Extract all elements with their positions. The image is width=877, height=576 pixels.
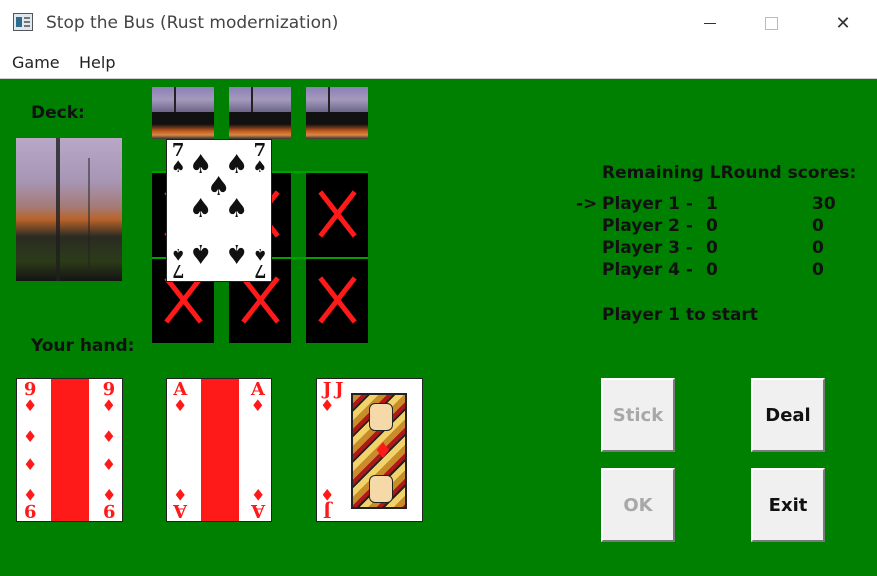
- hand-label: Your hand:: [31, 336, 135, 356]
- maximize-button[interactable]: [748, 0, 794, 47]
- menu-help[interactable]: Help: [79, 53, 115, 72]
- hand-card-3[interactable]: J ♦ J ♦ J ♦: [316, 378, 423, 522]
- spade-pip: ♠: [225, 194, 249, 224]
- score-row-name: Player 3 -: [602, 238, 693, 258]
- score-row-total: 0: [812, 216, 824, 236]
- spade-pip: ♠: [189, 238, 213, 268]
- deck-label: Deck:: [31, 103, 85, 123]
- score-row-round: 0: [706, 260, 718, 280]
- ok-button[interactable]: OK: [601, 468, 675, 542]
- minimize-icon: [704, 23, 716, 24]
- score-row-round: 0: [706, 216, 718, 236]
- deck-pile[interactable]: [16, 138, 122, 281]
- score-row-total: 30: [812, 194, 836, 214]
- close-icon: ✕: [835, 13, 851, 34]
- scores-header: Remaining LRound scores:: [602, 163, 857, 183]
- score-row-total: 0: [812, 260, 824, 280]
- title-bar[interactable]: Stop the Bus (Rust modernization) ✕: [0, 0, 877, 47]
- score-row-name: Player 2 -: [602, 216, 693, 236]
- menu-bar: Game Help: [0, 47, 877, 79]
- deal-button[interactable]: Deal: [751, 378, 825, 452]
- maximize-icon: [764, 17, 778, 30]
- x-mark-icon: [242, 276, 280, 324]
- hand-card-2[interactable]: A ♦ A ♦ A ♦ A ♦: [166, 378, 272, 522]
- score-row-round: 1: [706, 194, 718, 214]
- x-mark-icon: [165, 276, 203, 324]
- score-row-name: Player 1 -: [602, 194, 693, 214]
- window-title: Stop the Bus (Rust modernization): [46, 13, 339, 33]
- x-mark-icon: [319, 276, 357, 324]
- column1-back: [152, 87, 214, 112]
- stick-button[interactable]: Stick: [601, 378, 675, 452]
- jack-face-art: ♦: [351, 393, 407, 509]
- table-card-seven-spades[interactable]: 7 ♠ 7 ♠ 7 ♠ 7 ♠ ♠ ♠ ♠ ♠ ♠ ♠ ♠: [166, 139, 272, 282]
- app-icon: [13, 13, 33, 31]
- menu-game[interactable]: Game: [12, 53, 60, 72]
- score-row-total: 0: [812, 238, 824, 258]
- empty-slot[interactable]: [306, 259, 368, 343]
- minimize-button[interactable]: [687, 0, 733, 47]
- close-button[interactable]: ✕: [820, 0, 866, 47]
- column3-back: [306, 87, 368, 112]
- spade-pip: ♠: [189, 194, 213, 224]
- current-player-marker: ->: [576, 194, 598, 214]
- score-row-name: Player 4 -: [602, 260, 693, 280]
- game-table: Deck: 7 ♠ 7 ♠ 7 ♠ 7 ♠ ♠ ♠ ♠ ♠ ♠ ♠ ♠ Your han…: [0, 79, 877, 576]
- hand-card-1[interactable]: 9 ♦ 9 ♦ ♦ ♦ ♦ ♦ 9 ♦ 9 ♦: [16, 378, 123, 522]
- status-message: Player 1 to start: [602, 305, 758, 325]
- empty-slot[interactable]: [306, 173, 368, 257]
- column2-back: [229, 87, 291, 112]
- spade-pip: ♠: [225, 238, 249, 268]
- x-mark-icon: [319, 190, 357, 238]
- exit-button[interactable]: Exit: [751, 468, 825, 542]
- score-row-round: 0: [706, 238, 718, 258]
